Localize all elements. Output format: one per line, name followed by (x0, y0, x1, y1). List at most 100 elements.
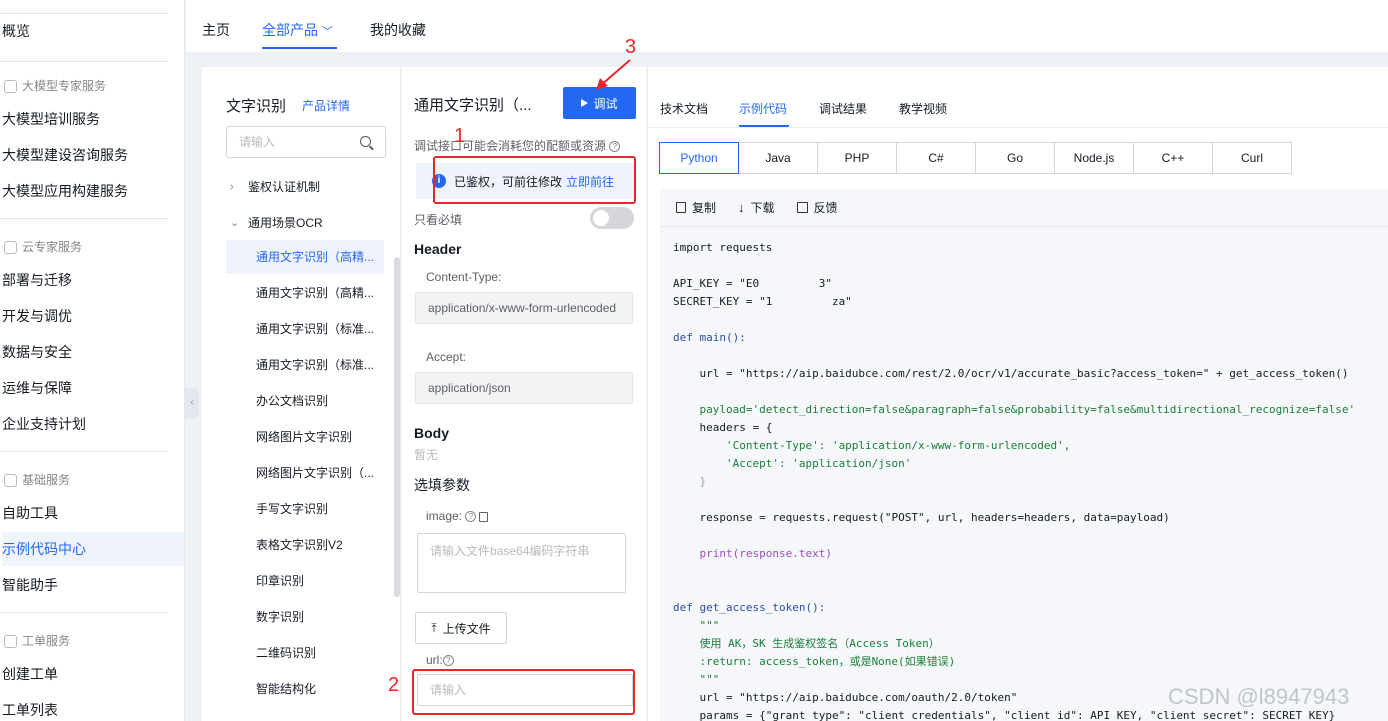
sidebar-item-overview[interactable]: 概览 (2, 14, 184, 48)
code-line: API_KEY = "E0 3" (673, 277, 832, 290)
help-icon[interactable]: ? (609, 141, 621, 153)
image-param-label: image: ? (426, 509, 489, 523)
group-icon (4, 79, 17, 93)
code-toolbar: 复制 ↓ 下载 反馈 (660, 189, 1388, 227)
code-panel: 技术文档 示例代码 调试结果 教学视频 Python Java PHP C# G… (647, 67, 1388, 721)
lang-java[interactable]: Java (738, 142, 818, 174)
tab-tech-docs[interactable]: 技术文档 (660, 100, 708, 117)
tab-divider (648, 127, 1388, 128)
copy-label: 复制 (692, 201, 717, 215)
sidebar-item-deploy[interactable]: 部署与迁移 (2, 263, 184, 297)
tree-item[interactable]: 网络图片文字识别 (226, 420, 384, 454)
feedback-label: 反馈 (813, 201, 838, 215)
debug-button-label: 调试 (593, 96, 618, 111)
tree-category-auth[interactable]: › 鉴权认证机制 (230, 178, 320, 195)
required-only-label: 只看必填 (414, 213, 463, 227)
code-line: url = "https://aip.baidubce.com/oauth/2.… (673, 691, 1018, 704)
sidebar-item-self-service[interactable]: 自助工具 (2, 496, 184, 530)
required-only-toggle[interactable] (590, 207, 634, 229)
tab-favorites[interactable]: 我的收藏 (370, 20, 426, 40)
download-icon: ↓ (738, 200, 745, 215)
chevron-down-icon: ⌄ (230, 217, 240, 229)
sidebar-item-llm-training[interactable]: 大模型培训服务 (2, 102, 184, 136)
product-search-input[interactable] (239, 127, 359, 157)
code-line: url = "https://aip.baidubce.com/rest/2.0… (673, 367, 1349, 380)
product-detail-link[interactable]: 产品详情 (302, 97, 350, 114)
sidebar-collapse-handle[interactable]: ‹ (185, 388, 199, 418)
upload-file-button[interactable]: ⤒ 上传文件 (415, 612, 507, 644)
upload-button-label: 上传文件 (442, 621, 491, 636)
play-icon (581, 99, 589, 107)
tree-item[interactable]: 智能结构化 (226, 672, 384, 706)
tab-tutorial-video[interactable]: 教学视频 (899, 100, 947, 117)
sidebar-item-sample-code[interactable]: 示例代码中心 (2, 532, 184, 566)
code-line: params = {"grant_type": "client_credenti… (673, 709, 1336, 721)
tree-item[interactable]: 通用文字识别（高精... (226, 240, 384, 274)
tree-item[interactable]: 网络图片文字识别（... (226, 456, 384, 490)
sidebar-group-llm-expert: 大模型专家服务 (4, 74, 106, 98)
tree-item[interactable]: 通用文字识别（标准... (226, 312, 384, 346)
annotation-number: 2 (388, 674, 400, 696)
tree-item[interactable]: 手写文字识别 (226, 492, 384, 526)
lang-python[interactable]: Python (659, 142, 739, 174)
product-search (226, 126, 386, 158)
lang-cpp[interactable]: C++ (1133, 142, 1213, 174)
annotation-number: 1 (454, 125, 466, 147)
code-line: payload='detect_direction=false&paragrap… (673, 403, 1356, 416)
group-icon (4, 634, 17, 648)
sidebar-item-create-ticket[interactable]: 创建工单 (2, 657, 184, 691)
group-label: 大模型专家服务 (22, 79, 107, 93)
annotation-arrow-icon (596, 59, 631, 90)
tree-item[interactable]: 办公文档识别 (226, 384, 384, 418)
lang-csharp[interactable]: C# (896, 142, 976, 174)
tab-all-products[interactable]: 全部产品 ﹀ (262, 20, 333, 40)
code-line: response = requests.request("POST", url,… (673, 511, 1170, 524)
lang-go[interactable]: Go (975, 142, 1055, 174)
lang-curl[interactable]: Curl (1212, 142, 1292, 174)
upload-icon: ⤒ (431, 620, 437, 635)
sidebar-group-cloud-expert: 云专家服务 (4, 235, 82, 259)
tab-label: 全部产品 (262, 22, 318, 38)
feedback-button[interactable]: 反馈 (796, 199, 838, 216)
sidebar-item-ticket-list[interactable]: 工单列表 (2, 693, 184, 721)
accept-label: Accept: (426, 350, 467, 364)
sidebar-item-ops[interactable]: 运维与保障 (2, 371, 184, 405)
sidebar-item-dev-tune[interactable]: 开发与调优 (2, 299, 184, 333)
tree-item[interactable]: 通用文字识别（标准... (226, 348, 384, 382)
chevron-right-icon: › (230, 180, 234, 193)
sidebar-item-assistant[interactable]: 智能助手 (2, 568, 184, 602)
code-line: 使用 AK，SK 生成鉴权签名（Access Token） (673, 637, 940, 650)
annotation-box-url (412, 669, 635, 715)
tree-scrollbar[interactable] (394, 257, 400, 597)
tree-item[interactable]: 二维码识别 (226, 636, 384, 670)
sidebar-item-data-security[interactable]: 数据与安全 (2, 335, 184, 369)
tab-sample-code[interactable]: 示例代码 (739, 100, 787, 117)
lang-nodejs[interactable]: Node.js (1054, 142, 1134, 174)
tab-underline (739, 125, 789, 127)
tree-item[interactable]: 数字识别 (226, 600, 384, 634)
code-line: """ (673, 619, 720, 632)
search-icon[interactable] (360, 136, 371, 147)
copy-icon[interactable] (479, 511, 489, 522)
feedback-icon (796, 202, 808, 213)
tree-category-general-ocr[interactable]: ⌄ 通用场景OCR (230, 214, 323, 231)
help-icon[interactable]: ? (442, 655, 454, 667)
copy-code-button[interactable]: 复制 (676, 199, 716, 216)
tree-item[interactable]: 表格文字识别V2 (226, 528, 384, 562)
tab-debug-result[interactable]: 调试结果 (819, 100, 867, 117)
tab-home[interactable]: 主页 (202, 20, 230, 40)
download-code-button[interactable]: ↓ 下载 (738, 199, 775, 216)
group-icon (4, 473, 17, 487)
code-line: } (673, 475, 707, 488)
help-icon[interactable]: ? (465, 511, 477, 523)
image-param-text: image: (426, 509, 463, 523)
tree-category-label: 鉴权认证机制 (248, 180, 321, 194)
lang-php[interactable]: PHP (817, 142, 897, 174)
tree-item[interactable]: 印章识别 (226, 564, 384, 598)
image-base64-input[interactable] (417, 533, 626, 593)
sidebar-item-llm-app-build[interactable]: 大模型应用构建服务 (2, 174, 184, 208)
tree-item[interactable]: 通用文字识别（高精... (226, 276, 384, 310)
sidebar-item-enterprise-support[interactable]: 企业支持计划 (2, 407, 184, 441)
code-line: 'Accept': 'application/json' (673, 457, 912, 470)
sidebar-item-llm-consulting[interactable]: 大模型建设咨询服务 (2, 138, 184, 172)
